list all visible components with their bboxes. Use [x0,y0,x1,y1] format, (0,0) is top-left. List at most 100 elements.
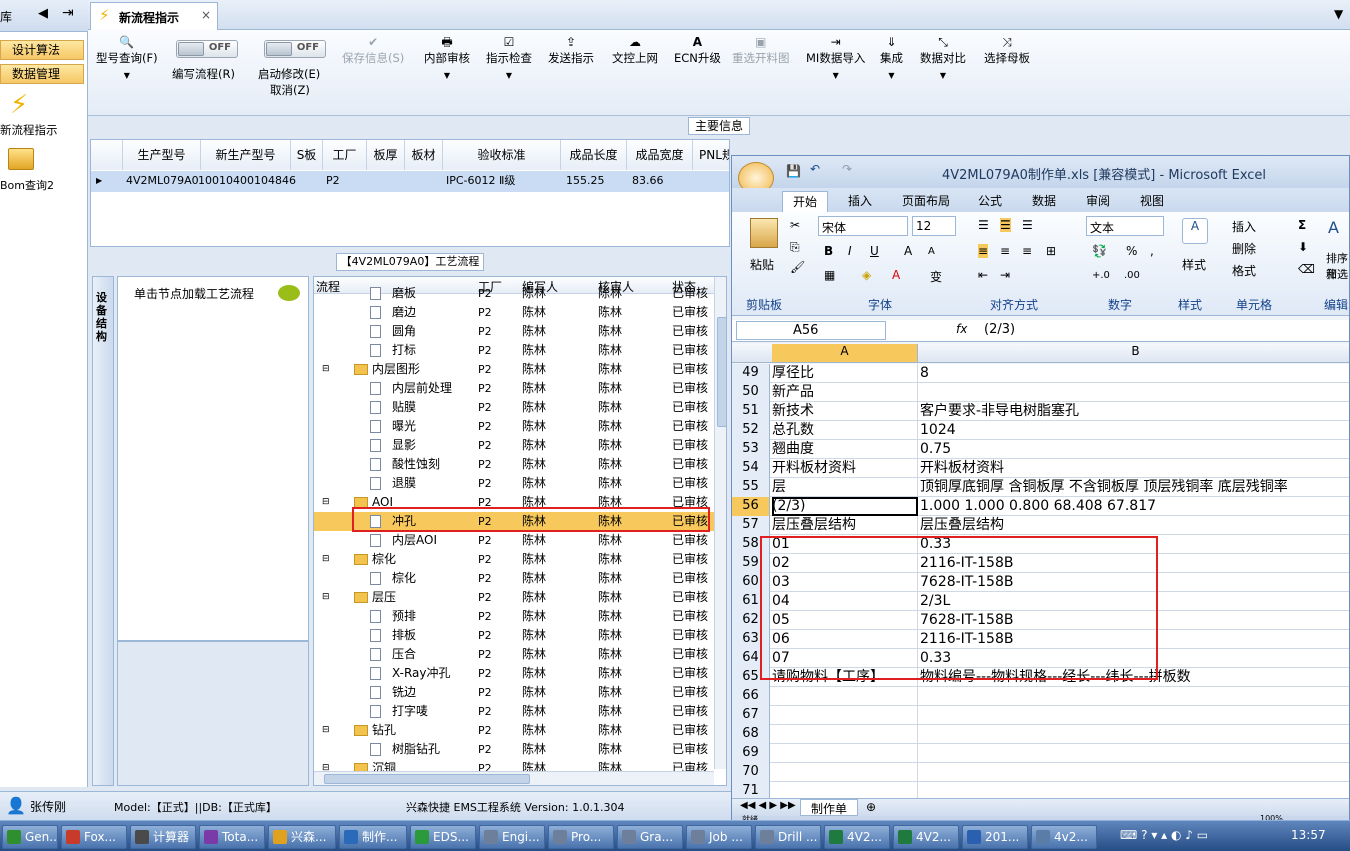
row-number[interactable]: 53 [732,440,770,459]
taskbar-item[interactable]: 4v2... [1031,825,1097,849]
tree-row[interactable]: 圆角 P2 陈林 陈林 已审核 [314,322,724,341]
cell-factory[interactable]: P2 [323,171,340,191]
row-number[interactable]: 69 [732,744,770,763]
sidebar-menu-design[interactable]: 设计算法 [0,40,84,60]
shrink-font-icon[interactable]: A [928,246,935,257]
align-bottom-icon[interactable]: ☰ [1022,218,1033,232]
font-size-select[interactable]: 12 [912,216,956,236]
row-number[interactable]: 70 [732,763,770,782]
sheet-nav-icon[interactable]: ◀◀ ◀ ▶ ▶▶ [740,800,796,811]
cell-b[interactable]: 1.000 1.000 0.800 68.408 67.817 [920,497,1156,515]
sheet-tab-main[interactable]: 制作单 [800,799,858,816]
col-header[interactable]: 生产型号 [123,140,201,170]
tree-row[interactable]: 磨边 P2 陈林 陈林 已审核 [314,303,724,322]
taskbar-item[interactable]: 制作... [339,825,407,849]
align-center-icon[interactable]: ≡ [1000,244,1010,258]
col-header[interactable]: PNL规格 [693,140,729,170]
col-header[interactable]: 工厂 [323,140,367,170]
taskbar-item[interactable]: 兴森... [268,825,336,849]
pin-icon[interactable]: ⇥ [62,5,74,21]
send-instruction-button[interactable]: ⇪ 发送指示 [548,34,594,66]
row-number[interactable]: 52 [732,421,770,440]
tree-row[interactable]: 棕化 P2 陈林 陈林 已审核 [314,569,724,588]
col-b-header[interactable]: B [920,344,1349,362]
cell-a[interactable] [772,763,918,782]
sort-icon[interactable]: A [1328,218,1339,237]
tree-row[interactable]: 打标 P2 陈林 陈林 已审核 [314,341,724,360]
taskbar-item[interactable]: Drill ... [755,825,821,849]
number-format-select[interactable]: 文本 [1086,216,1164,236]
row-number[interactable]: 54 [732,459,770,478]
row-number[interactable]: 68 [732,725,770,744]
tree-row[interactable]: 磨板 P2 陈林 陈林 已审核 [314,284,724,303]
row-number[interactable]: 67 [732,706,770,725]
cell-new-model[interactable]: 10010400104846 [195,171,296,191]
data-compare-button[interactable]: ⤡ 数据对比 ▼ [920,34,966,84]
sidebar-item-flow[interactable]: 新流程指示 [0,122,58,138]
tree-row[interactable]: ⊟ 钻孔 P2 陈林 陈林 已审核 [314,721,724,740]
cell-b[interactable]: 客户要求-非导电树脂塞孔 [920,402,1079,420]
dropdown-icon[interactable]: ▼ [1334,7,1343,21]
row-number[interactable]: 50 [732,383,770,402]
taskbar-item[interactable]: Engi... [479,825,545,849]
percent-icon[interactable]: % [1126,244,1137,258]
tree-row[interactable]: 内层AOI P2 陈林 陈林 已审核 [314,531,724,550]
taskbar-item[interactable]: Job ... [686,825,752,849]
internal-review-button[interactable]: 🖶 内部审核 ▼ [424,34,470,84]
tab-formulas[interactable]: 公式 [968,191,1012,212]
fill-color-icon[interactable]: ◈ [862,268,871,282]
taskbar-item[interactable]: Gra... [617,825,683,849]
filter-label[interactable]: 筛选 [1326,266,1348,282]
cell-a[interactable]: 总孔数 [772,421,918,440]
save-icon[interactable]: 💾 [786,164,801,178]
cell-a[interactable]: 厚径比 [772,364,918,383]
paste-icon[interactable] [750,218,778,248]
tab-review[interactable]: 审阅 [1076,191,1120,212]
tree-row[interactable]: X-Ray冲孔 P2 陈林 陈林 已审核 [314,664,724,683]
prev-arrow-icon[interactable]: ◀ [38,6,48,21]
expand-icon[interactable]: ⊟ [322,360,330,379]
taskbar-item[interactable]: Fox... [61,825,127,849]
lightning-icon[interactable]: ⚡ [10,90,28,120]
row-number[interactable]: 51 [732,402,770,421]
edit-flow-toggle[interactable]: OFF [176,40,238,58]
col-header[interactable]: 板材 [405,140,443,170]
cut-icon[interactable]: ✂ [790,218,800,232]
select-mother-board-button[interactable]: ⤨ 选择母板 [984,34,1030,66]
sum-icon[interactable]: Σ [1298,218,1306,232]
expand-icon[interactable]: ⊟ [322,721,330,740]
taskbar-item[interactable]: 计算器 [130,825,196,849]
hscroll-thumb[interactable] [324,774,530,784]
taskbar-item[interactable]: Pro... [548,825,614,849]
instruction-check-button[interactable]: ☑ 指示检查 ▼ [486,34,532,84]
scroll-thumb[interactable] [717,317,726,427]
bold-icon[interactable]: B [824,244,833,258]
redo-icon[interactable]: ↷ [842,162,852,176]
cell-delete[interactable]: 删除 [1232,240,1256,257]
tab-data[interactable]: 数据 [1022,191,1066,212]
italic-icon[interactable]: I [848,244,852,258]
formula-input[interactable]: (2/3) [984,322,1015,337]
tree-row[interactable]: 酸性蚀刻 P2 陈林 陈林 已审核 [314,455,724,474]
doc-online-button[interactable]: ☁ 文控上网 [612,34,658,66]
fx-icon[interactable]: fx [956,322,967,336]
grow-font-icon[interactable]: A [904,244,912,258]
vertical-scrollbar[interactable] [714,277,726,769]
tree-row[interactable]: 退膜 P2 陈林 陈林 已审核 [314,474,724,493]
integrate-button[interactable]: ⇓ 集成 ▼ [880,34,903,84]
tree-row[interactable]: 压合 P2 陈林 陈林 已审核 [314,645,724,664]
cell-a[interactable]: 翘曲度 [772,440,918,459]
side-tab-equipment[interactable]: 设备结构 [92,276,114,786]
format-painter-icon[interactable]: 🖌 [790,260,805,274]
underline-icon[interactable]: U [870,244,879,258]
ecn-upgrade-button[interactable]: A ECN升级 [674,34,721,66]
reselect-cut-button[interactable]: ▣ 重选开料图 [732,34,790,66]
currency-icon[interactable]: 💱 [1092,244,1107,258]
indent-decrease-icon[interactable]: ⇤ [978,268,988,282]
tray-icons[interactable]: ⌨ ? ▾ ▴ ◐ ♪ ▭ [1120,828,1208,842]
cell-b[interactable]: 层压叠层结构 [920,516,1004,534]
expand-icon[interactable]: ⊟ [322,493,330,512]
cell-length[interactable]: 155.25 [563,171,605,191]
tree-row[interactable]: 排板 P2 陈林 陈林 已审核 [314,626,724,645]
comma-icon[interactable]: , [1150,244,1154,258]
